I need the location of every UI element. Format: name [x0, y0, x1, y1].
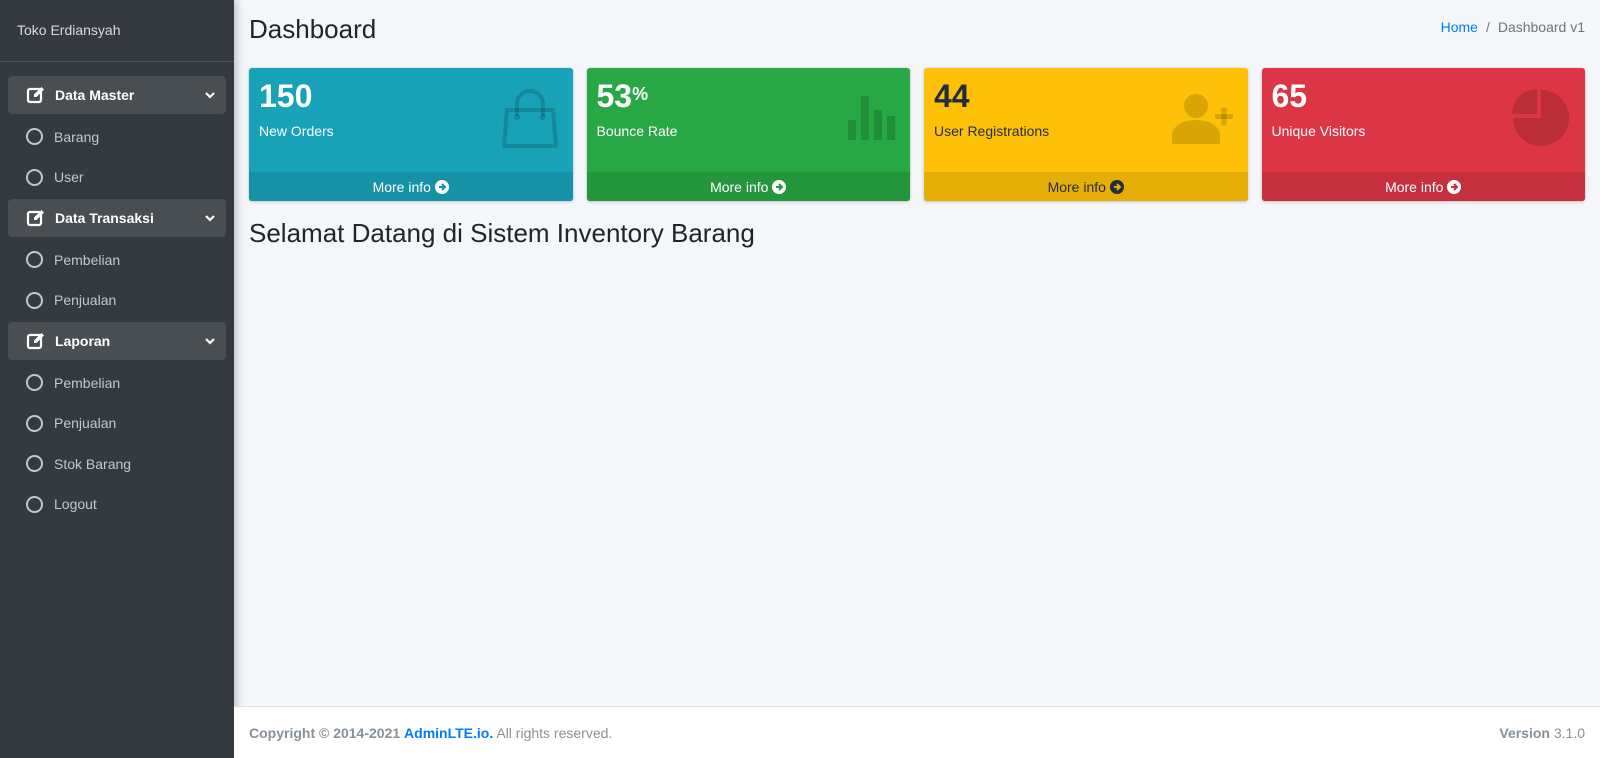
- main-content: Dashboard Home / Dashboard v1 150 New Orde…: [234, 0, 1600, 706]
- nav-item-laporan-penjualan[interactable]: Penjualan: [8, 405, 226, 443]
- nav-item-laporan-pembelian[interactable]: Pembelian: [8, 364, 226, 402]
- adminlte-link[interactable]: AdminLTE.io.: [404, 725, 493, 741]
- chevron-down-icon: [205, 92, 215, 99]
- stat-boxes: 150 New Orders More info 53% Bounce Rate…: [249, 68, 1585, 201]
- circle-icon: [26, 251, 43, 269]
- nav-section-data-transaksi[interactable]: Data Transaksi: [8, 199, 226, 237]
- version-info: Version 3.1.0: [1499, 725, 1585, 741]
- edit-icon: [26, 210, 44, 227]
- arrow-circle-right-icon: [434, 179, 449, 194]
- breadcrumb-home-link[interactable]: Home: [1441, 19, 1478, 35]
- nav-section-label: Data Master: [55, 87, 135, 103]
- nav-item-stok-barang[interactable]: Stok Barang: [8, 445, 226, 483]
- shopping-bag-icon: [501, 89, 558, 148]
- rights-text: All rights reserved.: [496, 724, 613, 741]
- stat-box-user-registrations: 44 User Registrations More info: [924, 68, 1248, 201]
- copyright-text: Copyright © 2014-2021: [249, 724, 401, 741]
- nav-item-label: Penjualan: [54, 415, 117, 432]
- circle-icon: [26, 374, 43, 392]
- version-number: 3.1.0: [1553, 724, 1585, 741]
- stat-box-bounce-rate: 53% Bounce Rate More info: [586, 68, 910, 201]
- page-title: Dashboard: [249, 14, 377, 44]
- nav-section-laporan[interactable]: Laporan: [8, 322, 226, 360]
- nav-section-label: Data Transaksi: [55, 210, 154, 226]
- nav-item-label: Pembelian: [54, 251, 121, 268]
- circle-icon: [26, 168, 43, 186]
- more-info-label: More info: [1047, 178, 1106, 195]
- more-info-link[interactable]: More info: [1261, 172, 1585, 201]
- chevron-down-icon: [205, 215, 215, 222]
- bar-chart-icon: [848, 96, 895, 140]
- more-info-link[interactable]: More info: [586, 172, 910, 201]
- nav-section-data-master[interactable]: Data Master: [8, 76, 226, 114]
- breadcrumb: Home / Dashboard v1: [1441, 19, 1585, 35]
- circle-icon: [26, 414, 43, 432]
- breadcrumb-current: Dashboard v1: [1497, 19, 1585, 35]
- arrow-circle-right-icon: [1109, 179, 1124, 194]
- user-plus-icon: [1171, 94, 1233, 144]
- chevron-down-icon: [205, 338, 215, 345]
- nav-item-pembelian[interactable]: Pembelian: [8, 241, 226, 279]
- sidebar-nav: Data Master Barang User Data Transaksi P…: [0, 62, 234, 523]
- pie-chart-icon: [1512, 89, 1569, 146]
- circle-icon: [26, 495, 43, 513]
- welcome-heading: Selamat Datang di Sistem Inventory Baran…: [249, 218, 755, 248]
- nav-item-user[interactable]: User: [8, 159, 226, 197]
- nav-item-label: Stok Barang: [54, 455, 132, 472]
- arrow-circle-right-icon: [772, 179, 787, 194]
- circle-icon: [26, 291, 43, 309]
- nav-item-label: User: [54, 169, 84, 186]
- edit-icon: [26, 333, 44, 350]
- more-info-link[interactable]: More info: [249, 172, 573, 201]
- more-info-link[interactable]: More info: [924, 172, 1248, 201]
- copyright-notice: Copyright © 2014-2021 AdminLTE.io. All r…: [249, 725, 612, 741]
- stat-suffix: %: [632, 84, 649, 104]
- more-info-label: More info: [372, 178, 431, 195]
- nav-item-label: Penjualan: [54, 292, 117, 309]
- stat-box-new-orders: 150 New Orders More info: [249, 68, 573, 201]
- edit-icon: [26, 87, 44, 104]
- breadcrumb-separator: /: [1485, 19, 1490, 35]
- nav-item-logout[interactable]: Logout: [8, 486, 226, 524]
- nav-item-penjualan[interactable]: Penjualan: [8, 282, 226, 320]
- version-label: Version: [1499, 724, 1550, 741]
- nav-item-label: Logout: [54, 496, 97, 513]
- more-info-label: More info: [1385, 178, 1444, 195]
- circle-icon: [26, 128, 43, 146]
- circle-icon: [26, 455, 43, 473]
- nav-item-barang[interactable]: Barang: [8, 118, 226, 156]
- nav-section-label: Laporan: [55, 333, 111, 349]
- nav-item-label: Pembelian: [54, 374, 121, 391]
- sidebar: Toko Erdiansyah Data Master Barang User: [0, 0, 234, 758]
- stat-box-unique-visitors: 65 Unique Visitors More info: [1261, 68, 1585, 201]
- more-info-label: More info: [710, 178, 769, 195]
- brand-name[interactable]: Toko Erdiansyah: [0, 0, 234, 62]
- nav-item-label: Barang: [54, 128, 100, 145]
- arrow-circle-right-icon: [1447, 179, 1462, 194]
- page-footer: Copyright © 2014-2021 AdminLTE.io. All r…: [234, 706, 1600, 758]
